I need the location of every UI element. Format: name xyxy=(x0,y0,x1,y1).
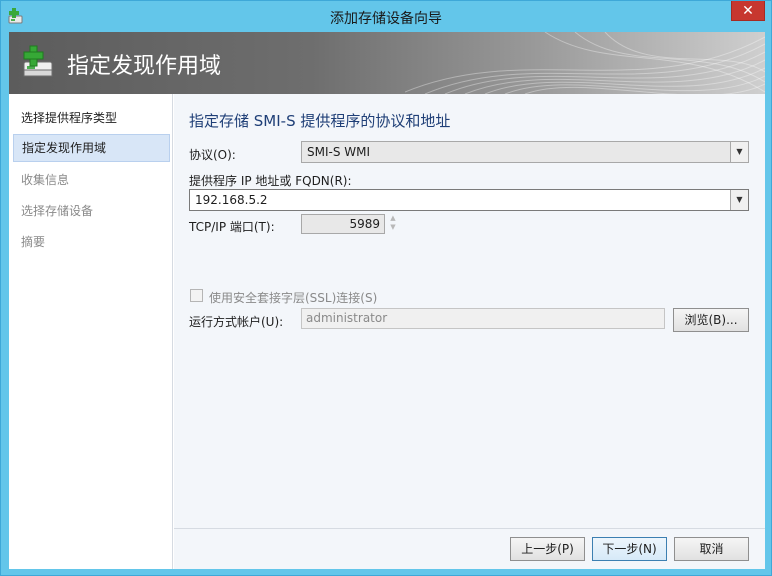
window-title: 添加存储设备向导 xyxy=(330,11,442,27)
protocol-select[interactable]: SMI-S WMI ▼ xyxy=(301,141,749,163)
chevron-down-icon[interactable]: ▼ xyxy=(730,142,748,162)
previous-button[interactable]: 上一步(P) xyxy=(510,537,585,561)
form-heading: 指定存储 SMI-S 提供程序的协议和地址 xyxy=(189,112,451,130)
header-banner: 指定发现作用域 xyxy=(9,32,765,94)
port-stepper-arrows-icon[interactable]: ▲ ▼ xyxy=(388,214,398,234)
step-select-provider-type[interactable]: 选择提供程序类型 xyxy=(13,104,170,132)
step-select-storage-devices: 选择存储设备 xyxy=(21,204,94,218)
step-gather-information: 收集信息 xyxy=(21,173,70,187)
protocol-label: 协议(O): xyxy=(189,148,236,162)
port-value: 5989 xyxy=(349,217,380,231)
ssl-label: 使用安全套接字层(SSL)连接(S) xyxy=(209,291,378,305)
address-label: 提供程序 IP 地址或 FQDN(R): xyxy=(189,174,352,188)
runas-label: 运行方式帐户(U): xyxy=(189,315,284,329)
wizard-footer: 上一步(P) 下一步(N) 取消 xyxy=(174,528,765,569)
title-bar[interactable]: 添加存储设备向导 ✕ xyxy=(1,1,771,32)
cancel-button[interactable]: 取消 xyxy=(674,537,749,561)
add-storage-device-icon xyxy=(23,45,53,77)
close-button[interactable]: ✕ xyxy=(731,1,765,21)
wizard-client: 指定发现作用域 选择提供程序类型 指定发现作用域 收集信息 选择存储设备 摘要 … xyxy=(9,32,765,569)
port-stepper[interactable]: 5989 xyxy=(301,214,385,234)
page-title: 指定发现作用域 xyxy=(67,54,222,79)
form-content: 指定存储 SMI-S 提供程序的协议和地址 协议(O): SMI-S WMI ▼… xyxy=(174,94,765,528)
step-specify-discovery-scope[interactable]: 指定发现作用域 xyxy=(13,134,170,162)
address-combobox[interactable]: 192.168.5.2 ▼ xyxy=(189,189,749,211)
ssl-checkbox[interactable] xyxy=(190,289,203,302)
runas-value: administrator xyxy=(306,311,388,325)
step-summary: 摘要 xyxy=(21,235,46,249)
port-label: TCP/IP 端口(T): xyxy=(189,220,275,234)
banner-swirl-decoration xyxy=(405,32,765,94)
protocol-value: SMI-S WMI xyxy=(307,145,371,159)
chevron-down-icon[interactable]: ▼ xyxy=(730,190,748,210)
address-value: 192.168.5.2 xyxy=(195,193,268,207)
wizard-steps-sidebar: 选择提供程序类型 指定发现作用域 收集信息 选择存储设备 摘要 xyxy=(9,94,173,569)
wizard-window: 添加存储设备向导 ✕ 指定发现作用域 选择提供程序类型 指定发现作用域 收集信息… xyxy=(0,0,772,576)
runas-account-field[interactable]: administrator xyxy=(301,308,665,329)
browse-button[interactable]: 浏览(B)... xyxy=(673,308,749,332)
next-button[interactable]: 下一步(N) xyxy=(592,537,667,561)
